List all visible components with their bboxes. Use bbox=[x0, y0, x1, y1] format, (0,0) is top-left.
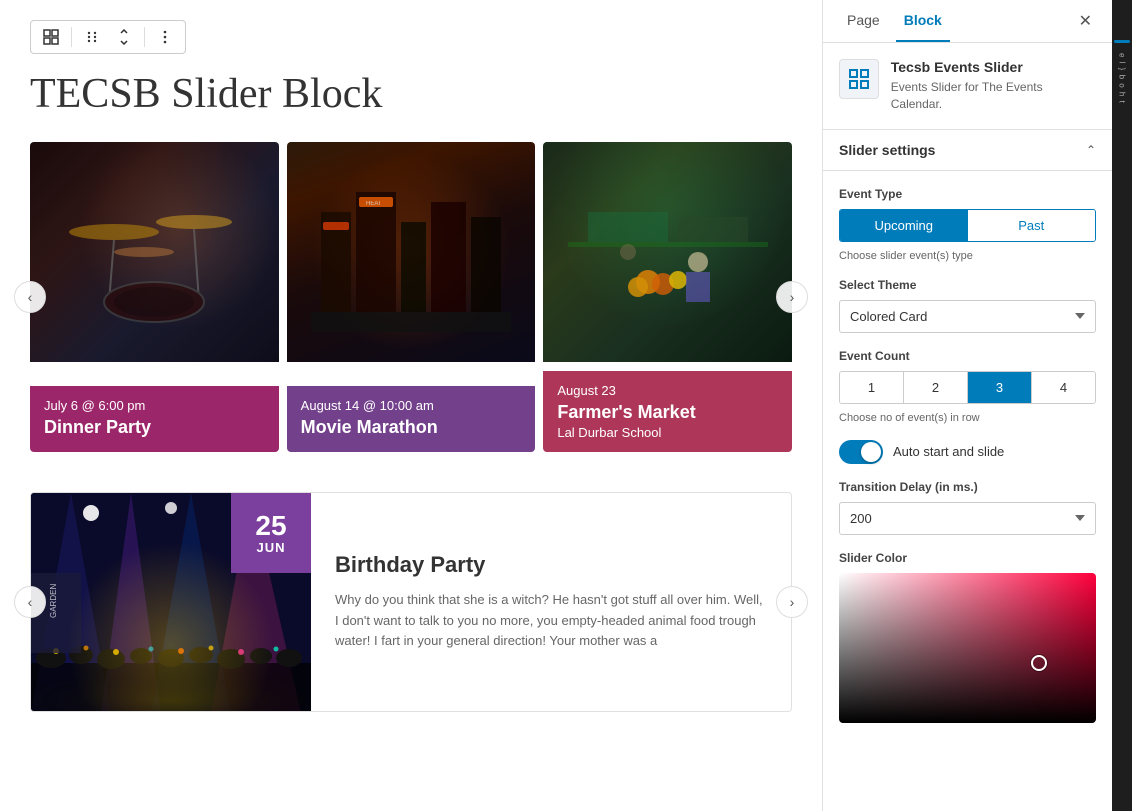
toolbar-divider-2 bbox=[144, 27, 145, 47]
main-content: TECSB Slider Block ‹ bbox=[0, 0, 822, 811]
slider-track-1: July 6 @ 6:00 pm Dinner Party bbox=[30, 142, 792, 452]
auto-slide-label: Auto start and slide bbox=[893, 444, 1004, 459]
list-event-title: Birthday Party bbox=[335, 552, 767, 578]
list-slider-content: Birthday Party Why do you think that she… bbox=[311, 493, 791, 711]
transition-delay-label: Transition Delay (in ms.) bbox=[839, 480, 1096, 494]
badge-month: JUN bbox=[256, 540, 285, 555]
plugin-details: Tecsb Events Slider Events Slider for Th… bbox=[891, 59, 1096, 113]
auto-slide-toggle[interactable] bbox=[839, 440, 883, 464]
color-picker[interactable] bbox=[839, 573, 1096, 723]
settings-chevron-icon: ⌃ bbox=[1086, 143, 1096, 157]
svg-text:GARDEN: GARDEN bbox=[49, 584, 58, 618]
move-button[interactable] bbox=[110, 25, 138, 49]
more-options-button[interactable] bbox=[151, 25, 179, 49]
tab-block[interactable]: Block bbox=[896, 0, 950, 42]
plugin-name: Tecsb Events Slider bbox=[891, 59, 1096, 75]
count-2[interactable]: 2 bbox=[904, 372, 968, 403]
svg-text:HEAT: HEAT bbox=[366, 201, 382, 207]
drag-handle[interactable] bbox=[78, 25, 106, 49]
event-type-past[interactable]: Past bbox=[968, 210, 1096, 241]
event-count-group: 1 2 3 4 bbox=[839, 371, 1096, 404]
strip-text: e l } b o h t bbox=[1118, 53, 1127, 104]
card-overlay-3: August 23 Farmer's Market Lal Durbar Sch… bbox=[543, 371, 792, 452]
panel-close-button[interactable]: ✕ bbox=[1075, 7, 1096, 35]
auto-slide-row: Auto start and slide bbox=[839, 440, 1096, 464]
slider-next-button[interactable]: › bbox=[776, 281, 808, 313]
theme-select[interactable]: Colored Card List View Grid View bbox=[839, 300, 1096, 333]
list-event-description: Why do you think that she is a witch? He… bbox=[335, 590, 767, 652]
transition-delay-select[interactable]: 100 200 300 500 1000 bbox=[839, 502, 1096, 535]
card-venue-3: Lal Durbar School bbox=[557, 425, 778, 440]
card-title-2: Movie Marathon bbox=[301, 417, 522, 438]
event-card-1: July 6 @ 6:00 pm Dinner Party bbox=[30, 142, 279, 452]
date-badge: 25 JUN bbox=[231, 493, 311, 573]
slider-prev-button[interactable]: ‹ bbox=[14, 281, 46, 313]
count-3[interactable]: 3 bbox=[968, 372, 1032, 403]
right-panel: Page Block ✕ Tecsb Events Slider Events … bbox=[822, 0, 1112, 811]
slider-color-label: Slider Color bbox=[839, 551, 1096, 565]
plugin-description: Events Slider for The Events Calendar. bbox=[891, 79, 1096, 113]
theme-label: Select Theme bbox=[839, 278, 1096, 292]
list-slider-image: GARDEN 25 JUN bbox=[31, 493, 311, 711]
event-card-3: August 23 Farmer's Market Lal Durbar Sch… bbox=[543, 142, 792, 452]
slider2-next-button[interactable]: › bbox=[776, 586, 808, 618]
card-date-3: August 23 bbox=[557, 383, 778, 398]
page-title: TECSB Slider Block bbox=[30, 70, 792, 118]
count-4[interactable]: 4 bbox=[1032, 372, 1095, 403]
event-card-2: HEAT August 14 @ 10:00 am Movie Marathon bbox=[287, 142, 536, 452]
event-count-hint: Choose no of event(s) in row bbox=[839, 412, 1096, 424]
tab-page[interactable]: Page bbox=[839, 0, 888, 42]
event-type-hint: Choose slider event(s) type bbox=[839, 250, 1096, 262]
settings-section: Slider settings ⌃ Event Type Upcoming Pa… bbox=[823, 130, 1112, 739]
settings-body: Event Type Upcoming Past Choose slider e… bbox=[823, 171, 1112, 739]
settings-header[interactable]: Slider settings ⌃ bbox=[823, 130, 1112, 171]
color-picker-cursor bbox=[1031, 655, 1047, 671]
settings-title: Slider settings bbox=[839, 142, 935, 158]
event-type-upcoming[interactable]: Upcoming bbox=[840, 210, 968, 241]
card-overlay-2: August 14 @ 10:00 am Movie Marathon bbox=[287, 386, 536, 452]
panel-tabs: Page Block ✕ bbox=[823, 0, 1112, 43]
plugin-icon bbox=[839, 59, 879, 99]
list-slider: GARDEN 25 JUN Birthday Party Why do you … bbox=[30, 492, 792, 712]
card-title-1: Dinner Party bbox=[44, 417, 265, 438]
slider2-prev-button[interactable]: ‹ bbox=[14, 586, 46, 618]
event-count-label: Event Count bbox=[839, 349, 1096, 363]
slider-section-1: ‹ bbox=[30, 142, 792, 452]
toolbar-divider-1 bbox=[71, 27, 72, 47]
far-right-strip: e l } b o h t bbox=[1112, 0, 1132, 811]
slider-section-2: ‹ bbox=[30, 492, 792, 712]
strip-indicator bbox=[1114, 40, 1130, 43]
event-type-label: Event Type bbox=[839, 187, 1096, 201]
card-date-1: July 6 @ 6:00 pm bbox=[44, 398, 265, 413]
block-toolbar bbox=[30, 20, 186, 54]
event-type-group: Upcoming Past bbox=[839, 209, 1096, 242]
layout-button[interactable] bbox=[37, 25, 65, 49]
card-overlay-1: July 6 @ 6:00 pm Dinner Party bbox=[30, 386, 279, 452]
badge-day: 25 bbox=[255, 512, 286, 540]
count-1[interactable]: 1 bbox=[840, 372, 904, 403]
plugin-info: Tecsb Events Slider Events Slider for Th… bbox=[823, 43, 1112, 130]
card-title-3: Farmer's Market bbox=[557, 402, 778, 423]
card-date-2: August 14 @ 10:00 am bbox=[301, 398, 522, 413]
